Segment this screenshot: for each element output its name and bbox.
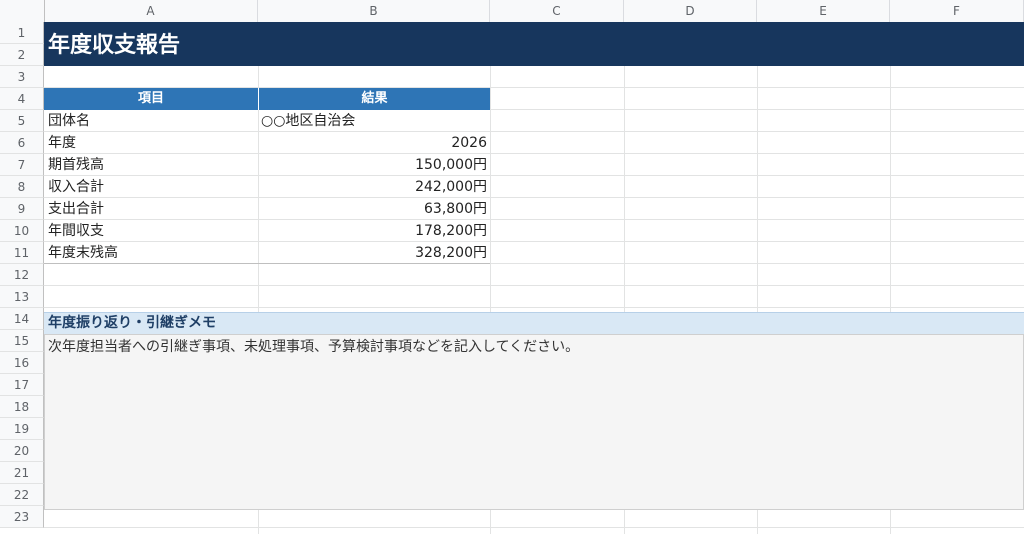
cell-value-organization[interactable]: ○○地区自治会 (261, 110, 355, 132)
column-header-c[interactable]: C (490, 0, 624, 22)
row-header[interactable]: 5 (0, 110, 44, 132)
memo-title: 年度振り返り・引継ぎメモ (48, 315, 216, 331)
column-header-e[interactable]: E (757, 0, 890, 22)
row-header[interactable]: 22 (0, 484, 44, 506)
title-banner[interactable] (44, 22, 1024, 66)
column-header-b[interactable]: B (258, 0, 490, 22)
column-header-bar: A B C D E F (0, 0, 1024, 23)
cell-item-organization[interactable]: 団体名 (48, 110, 90, 132)
row-header[interactable]: 20 (0, 440, 44, 462)
cell-value-opening-balance[interactable]: 150,000円 (258, 154, 487, 176)
row-header[interactable]: 11 (0, 242, 44, 264)
row-header[interactable]: 14 (0, 308, 44, 330)
row-header[interactable]: 9 (0, 198, 44, 220)
row-header[interactable]: 19 (0, 418, 44, 440)
row-header[interactable]: 1 (0, 22, 44, 44)
row-header[interactable]: 18 (0, 396, 44, 418)
row-header[interactable]: 3 (0, 66, 44, 88)
cell-item-closing-balance[interactable]: 年度末残高 (48, 242, 118, 264)
select-all-corner[interactable] (0, 0, 45, 22)
spreadsheet: A B C D E F 1 2 3 4 5 6 7 8 9 10 11 12 1… (0, 0, 1024, 534)
cell-value-expense-total[interactable]: 63,800円 (258, 198, 487, 220)
cell-item-year[interactable]: 年度 (48, 132, 76, 154)
row-header[interactable]: 15 (0, 330, 44, 352)
cell-value-closing-balance[interactable]: 328,200円 (258, 242, 487, 264)
cell-item-annual-balance[interactable]: 年間収支 (48, 220, 104, 242)
cell-value-annual-balance[interactable]: 178,200円 (258, 220, 487, 242)
table-header-item[interactable]: 項目 (44, 88, 258, 110)
report-title: 年度収支報告 (48, 33, 181, 58)
cell-value-year[interactable]: 2026 (258, 132, 487, 154)
row-header[interactable]: 6 (0, 132, 44, 154)
column-header-d[interactable]: D (624, 0, 757, 22)
row-header[interactable]: 8 (0, 176, 44, 198)
row-header[interactable]: 12 (0, 264, 44, 286)
memo-box[interactable] (44, 334, 1024, 510)
row-header[interactable]: 4 (0, 88, 44, 110)
row-header[interactable]: 17 (0, 374, 44, 396)
cell-item-expense-total[interactable]: 支出合計 (48, 198, 104, 220)
cell-item-opening-balance[interactable]: 期首残高 (48, 154, 104, 176)
row-header[interactable]: 7 (0, 154, 44, 176)
memo-text[interactable]: 次年度担当者への引継ぎ事項、未処理事項、予算検討事項などを記入してください。 (48, 336, 579, 358)
cell-value-income-total[interactable]: 242,000円 (258, 176, 487, 198)
row-header[interactable]: 13 (0, 286, 44, 308)
row-header[interactable]: 16 (0, 352, 44, 374)
row-header[interactable]: 2 (0, 44, 44, 66)
row-header[interactable]: 21 (0, 462, 44, 484)
table-header-result[interactable]: 結果 (258, 88, 490, 110)
cell-item-income-total[interactable]: 収入合計 (48, 176, 104, 198)
row-header[interactable]: 10 (0, 220, 44, 242)
row-header[interactable]: 23 (0, 506, 44, 528)
column-header-f[interactable]: F (890, 0, 1024, 22)
column-header-a[interactable]: A (44, 0, 258, 22)
